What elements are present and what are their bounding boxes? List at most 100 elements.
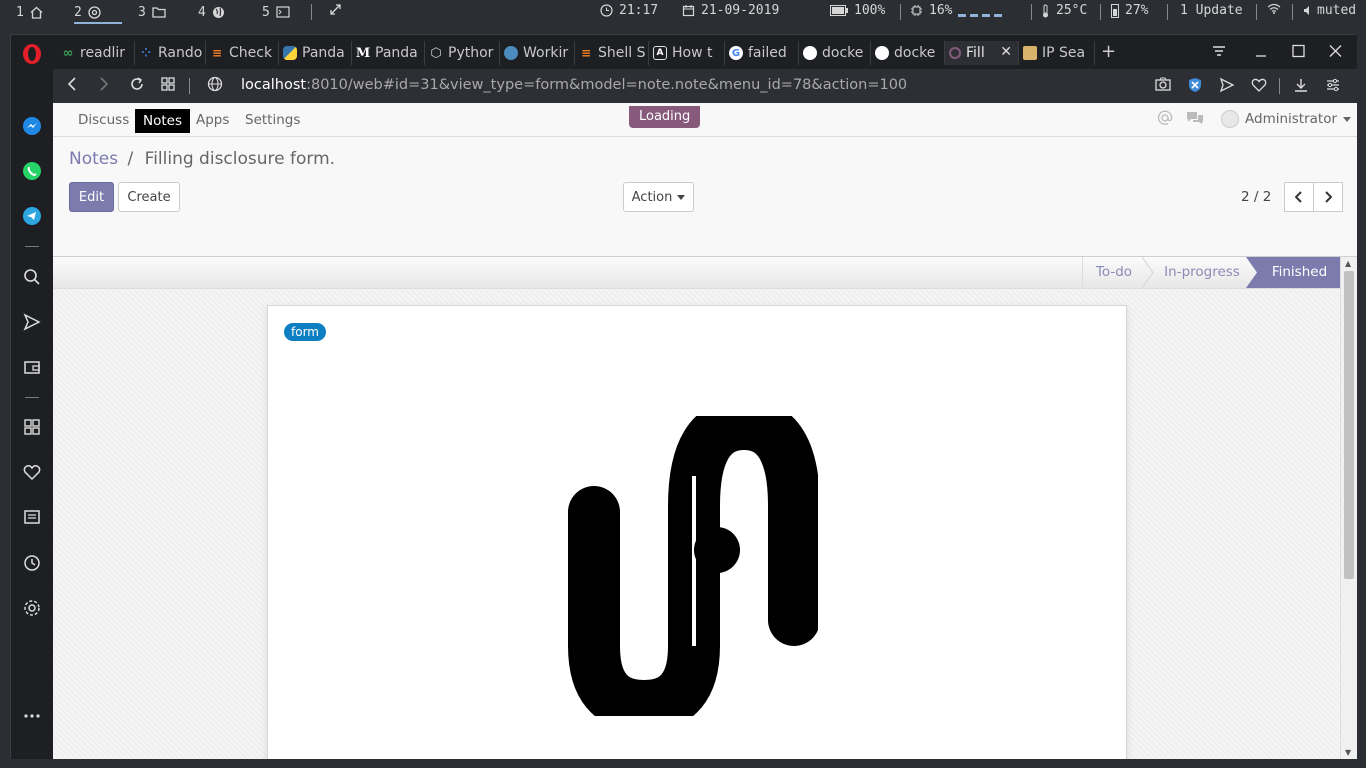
tab-item[interactable]: ⬡ Pythor bbox=[425, 41, 500, 65]
search-icon[interactable] bbox=[22, 267, 42, 287]
send-icon[interactable] bbox=[1219, 77, 1235, 97]
divider bbox=[189, 78, 190, 94]
divider bbox=[1279, 78, 1280, 94]
create-button[interactable]: Create bbox=[118, 182, 180, 212]
wifi[interactable] bbox=[1267, 3, 1281, 14]
scrollbar-thumb[interactable] bbox=[1344, 271, 1354, 579]
pager-previous-button[interactable] bbox=[1284, 182, 1314, 212]
download-icon[interactable] bbox=[1293, 77, 1309, 97]
edit-button[interactable]: Edit bbox=[69, 182, 114, 212]
history-icon[interactable] bbox=[22, 553, 42, 573]
easy-setup-icon[interactable] bbox=[1325, 77, 1341, 97]
more-icon[interactable] bbox=[22, 706, 42, 726]
workspace-4[interactable]: 4 bbox=[198, 3, 225, 21]
action-dropdown[interactable]: Action bbox=[623, 182, 694, 212]
stage-in-progress[interactable]: In-progress bbox=[1153, 257, 1251, 288]
tab-item[interactable]: Workir bbox=[500, 41, 575, 65]
vertical-scrollbar[interactable]: ▲ ▼ bbox=[1340, 257, 1357, 759]
whatsapp-icon[interactable] bbox=[22, 161, 42, 181]
tab-item-active[interactable]: Fill ✕ bbox=[945, 41, 1019, 65]
messenger-icon[interactable] bbox=[22, 116, 42, 136]
tabs-grid-icon[interactable] bbox=[161, 76, 175, 95]
workspace-5[interactable]: 5 bbox=[262, 3, 290, 21]
stage-todo[interactable]: To-do bbox=[1083, 257, 1145, 288]
tab-item[interactable]: M Panda bbox=[352, 41, 425, 65]
cpu-graph bbox=[958, 5, 1003, 17]
adblock-icon[interactable] bbox=[1187, 77, 1203, 97]
menu-notes[interactable]: Notes bbox=[135, 109, 190, 133]
heart-icon[interactable] bbox=[1251, 77, 1267, 97]
tab-item[interactable]: docke bbox=[799, 41, 871, 65]
updates[interactable]: 1 Update bbox=[1180, 3, 1243, 18]
speed-dial-icon[interactable] bbox=[22, 417, 42, 437]
control-panel: Notes / Filling disclosure form. Edit Cr… bbox=[53, 137, 1357, 257]
terminal-icon bbox=[276, 6, 290, 18]
workspace-3[interactable]: 3 bbox=[138, 3, 166, 21]
tab-item[interactable]: ≡ Check bbox=[206, 41, 279, 65]
date-text: 21-09-2019 bbox=[701, 3, 780, 18]
telegram-icon[interactable] bbox=[22, 206, 42, 226]
breadcrumb-notes[interactable]: Notes bbox=[69, 149, 118, 169]
close-window-icon[interactable] bbox=[1329, 43, 1342, 62]
fullscreen-toggle[interactable] bbox=[329, 3, 342, 16]
tab-item[interactable]: ≡ Shell S bbox=[575, 41, 649, 65]
pager-value[interactable]: 2 / 2 bbox=[1241, 189, 1271, 205]
news-icon[interactable] bbox=[22, 507, 42, 527]
github-icon bbox=[875, 46, 889, 60]
forward-icon[interactable] bbox=[99, 76, 109, 96]
pager-next-button[interactable] bbox=[1313, 182, 1343, 212]
chat-icon[interactable] bbox=[1186, 110, 1204, 130]
volume-text: muted bbox=[1317, 3, 1357, 18]
globe-icon[interactable] bbox=[207, 76, 223, 96]
tab-menu-icon[interactable] bbox=[1211, 43, 1227, 62]
user-menu[interactable]: Administrator bbox=[1221, 110, 1357, 128]
reload-icon[interactable] bbox=[129, 76, 145, 96]
send-icon[interactable] bbox=[22, 312, 42, 332]
divider bbox=[311, 4, 312, 20]
tab-item[interactable]: Panda bbox=[279, 41, 352, 65]
tab-item[interactable]: docke bbox=[871, 41, 945, 65]
workspace-2[interactable]: 2 bbox=[74, 3, 122, 24]
tab-label: readlir bbox=[80, 45, 126, 61]
workspace-number: 3 bbox=[138, 4, 146, 20]
opera-logo-icon[interactable] bbox=[21, 43, 43, 65]
tab-item[interactable]: ∞ readlir bbox=[57, 41, 135, 65]
chevron-right-icon bbox=[1325, 191, 1332, 203]
url-field[interactable]: localhost:8010/web#id=31&view_type=form&… bbox=[241, 77, 907, 93]
stage-finished[interactable]: Finished bbox=[1259, 257, 1340, 288]
new-tab-icon[interactable]: + bbox=[1101, 41, 1116, 62]
battery-text: 100% bbox=[854, 3, 886, 18]
at-icon[interactable] bbox=[1157, 110, 1173, 130]
tab-label: Fill bbox=[966, 45, 985, 61]
menu-discuss[interactable]: Discuss bbox=[70, 103, 137, 137]
speaker-muted-icon bbox=[1304, 6, 1309, 15]
github-icon bbox=[803, 46, 817, 60]
tab-label: Pythor bbox=[448, 45, 494, 61]
tab-item[interactable]: A How t bbox=[649, 41, 725, 65]
tab-label: Workir bbox=[523, 45, 569, 61]
wallet-icon[interactable] bbox=[22, 357, 42, 377]
tag-badge[interactable]: form bbox=[284, 323, 326, 341]
scroll-up-icon[interactable]: ▲ bbox=[1345, 259, 1351, 268]
menu-apps[interactable]: Apps bbox=[188, 103, 237, 137]
settings-icon[interactable] bbox=[22, 598, 42, 618]
tab-item[interactable]: ⁘ Rando bbox=[135, 41, 206, 65]
python-icon bbox=[504, 46, 518, 60]
odoo-icon bbox=[949, 47, 961, 59]
camera-icon[interactable] bbox=[1155, 77, 1171, 95]
volume[interactable]: muted bbox=[1303, 3, 1356, 18]
close-tab-icon[interactable]: ✕ bbox=[1000, 44, 1012, 60]
tab-item[interactable]: IP Sea bbox=[1019, 41, 1095, 65]
minimize-icon[interactable] bbox=[1255, 43, 1267, 62]
back-icon[interactable] bbox=[67, 76, 77, 96]
maximize-icon[interactable] bbox=[1292, 43, 1305, 62]
heart-icon[interactable] bbox=[22, 462, 42, 482]
clock: 21:17 bbox=[600, 3, 658, 18]
divider bbox=[1031, 4, 1032, 20]
menu-settings[interactable]: Settings bbox=[237, 103, 308, 137]
tab-item[interactable]: G failed bbox=[725, 41, 799, 65]
cpu-text: 16% bbox=[929, 3, 953, 18]
stackoverflow-icon: ≡ bbox=[580, 46, 592, 60]
workspace-1[interactable]: 1 bbox=[16, 3, 43, 21]
scroll-down-icon[interactable]: ▼ bbox=[1345, 748, 1351, 757]
